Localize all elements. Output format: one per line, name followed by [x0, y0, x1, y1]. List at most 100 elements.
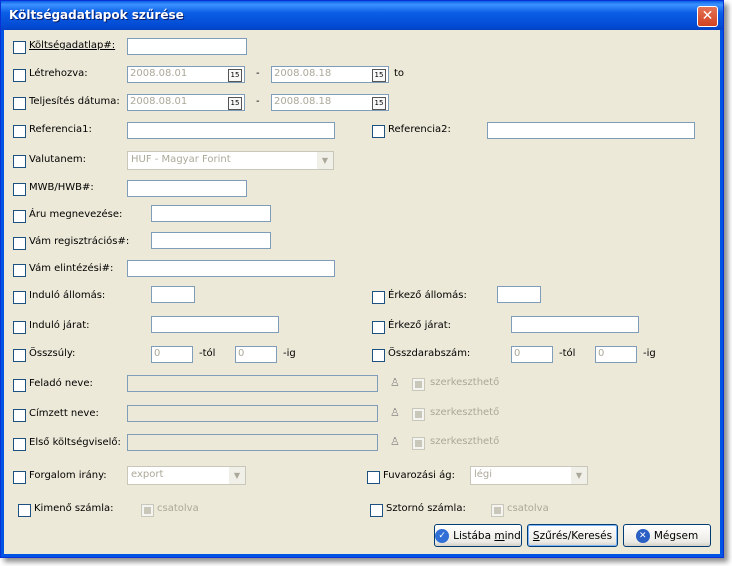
vam-reg-input[interactable]: [151, 232, 271, 249]
kimeno-attached-checkbox[interactable]: [141, 504, 154, 517]
letrehozva-dash: -: [256, 68, 260, 79]
indulo-jarat-label: Induló járat:: [29, 320, 90, 331]
erkezo-jarat-checkbox[interactable]: [372, 321, 385, 334]
aru-input[interactable]: [151, 205, 271, 222]
indulo-jarat-input[interactable]: [151, 316, 279, 333]
vam-elint-checkbox[interactable]: [13, 264, 26, 277]
sztorno-checkbox[interactable]: [370, 504, 383, 517]
referencia1-input[interactable]: [127, 122, 335, 139]
referencia1-checkbox[interactable]: [13, 125, 26, 138]
koltsegadatlap-checkbox[interactable]: [13, 41, 26, 54]
chevron-down-icon[interactable]: ▼: [571, 467, 587, 484]
sztorno-attached-label: csatolva: [507, 503, 549, 514]
person-icon[interactable]: ♙: [390, 406, 400, 420]
vam-reg-checkbox[interactable]: [13, 237, 26, 250]
elso-koltseg-checkbox[interactable]: [13, 438, 26, 451]
indulo-allomas-label: Induló állomás:: [29, 290, 106, 301]
calendar-icon[interactable]: 15: [372, 69, 386, 82]
osszdarab-to-input[interactable]: 0: [595, 346, 637, 363]
mwb-input[interactable]: [127, 180, 247, 197]
cimzett-label: Címzett neve:: [29, 408, 99, 419]
erkezo-allomas-input[interactable]: [497, 286, 541, 303]
osszdarab-from-suffix: -tól: [559, 348, 576, 359]
fuvarozasi-label: Fuvarozási ág:: [383, 470, 455, 481]
valutanem-selected-value: HUF - Magyar Forint: [131, 154, 231, 165]
referencia2-checkbox[interactable]: [372, 125, 385, 138]
letrehozva-from-value: 2008.08.01: [130, 68, 188, 79]
koltsegadatlap-input[interactable]: [127, 38, 247, 55]
filter-label-post: zűrés/Keresés: [539, 529, 613, 542]
cimzett-checkbox[interactable]: [13, 409, 26, 422]
mwb-checkbox[interactable]: [13, 183, 26, 196]
teljesites-label: Teljesítés dátuma:: [29, 96, 120, 107]
close-button[interactable]: ✕: [697, 6, 718, 27]
sztorno-attached-checkbox[interactable]: [491, 504, 504, 517]
calendar-icon[interactable]: 15: [228, 69, 242, 82]
felado-checkbox[interactable]: [13, 379, 26, 392]
forgalom-checkbox[interactable]: [13, 471, 26, 484]
window-border-bottom: [1, 554, 723, 557]
osszsuly-from-input[interactable]: 0: [151, 346, 193, 363]
forgalom-select[interactable]: export ▼: [127, 466, 246, 485]
person-icon[interactable]: ♙: [390, 376, 400, 390]
letrehozva-checkbox[interactable]: [13, 69, 26, 82]
teljesites-from-date[interactable]: 2008.08.01 15: [127, 94, 245, 111]
koltsegadatlap-label: Költségadatlap#:: [29, 40, 116, 51]
fuvarozasi-checkbox[interactable]: [367, 471, 380, 484]
aru-checkbox[interactable]: [13, 210, 26, 223]
indulo-allomas-input[interactable]: [151, 286, 195, 303]
teljesites-from-value: 2008.08.01: [130, 96, 188, 107]
osszdarab-checkbox[interactable]: [372, 349, 385, 362]
valutanem-checkbox[interactable]: [13, 155, 26, 168]
title-bar[interactable]: Költségadatlapok szűrése ✕: [1, 1, 723, 30]
indulo-allomas-checkbox[interactable]: [13, 291, 26, 304]
chevron-down-icon[interactable]: ▼: [229, 467, 245, 484]
calendar-icon[interactable]: 15: [228, 97, 242, 110]
indulo-jarat-checkbox[interactable]: [13, 321, 26, 334]
elso-koltseg-editable-checkbox[interactable]: [412, 437, 425, 450]
referencia2-input[interactable]: [487, 122, 695, 139]
osszsuly-checkbox[interactable]: [13, 349, 26, 362]
felado-input[interactable]: [127, 375, 378, 392]
chevron-down-icon[interactable]: ▼: [317, 152, 333, 169]
fuvarozasi-select[interactable]: légi ▼: [470, 466, 588, 485]
x-circle-icon: ✕: [635, 528, 650, 543]
fuvarozasi-selected-value: légi: [474, 469, 493, 480]
erkezo-allomas-checkbox[interactable]: [372, 291, 385, 304]
list-all-label-pre: Listába: [453, 529, 495, 542]
teljesites-to-date[interactable]: 2008.08.18 15: [271, 94, 389, 111]
calendar-icon[interactable]: 15: [372, 97, 386, 110]
cimzett-input[interactable]: [127, 405, 378, 422]
teljesites-to-value: 2008.08.18: [274, 96, 332, 107]
vam-elint-input[interactable]: [127, 260, 335, 277]
cancel-button[interactable]: ✕ Mégsem: [623, 524, 711, 547]
letrehozva-to-date[interactable]: 2008.08.18 15: [271, 66, 389, 83]
window-border-left: [1, 30, 4, 557]
list-all-label-accel: m: [494, 529, 505, 542]
teljesites-dash: -: [256, 96, 260, 107]
cancel-label: Mégsem: [653, 529, 699, 542]
osszdarab-from-input[interactable]: 0: [511, 346, 553, 363]
elso-koltseg-label: Első költségviselő:: [29, 437, 121, 448]
letrehozva-suffix: to: [394, 68, 405, 79]
osszsuly-to-input[interactable]: 0: [235, 346, 277, 363]
teljesites-checkbox[interactable]: [13, 97, 26, 110]
list-all-button[interactable]: ✓ Listába m ind: [434, 524, 522, 547]
forgalom-selected-value: export: [131, 469, 164, 480]
osszsuly-from-suffix: -tól: [199, 348, 216, 359]
valutanem-select[interactable]: HUF - Magyar Forint ▼: [127, 151, 334, 170]
erkezo-jarat-label: Érkező járat:: [388, 320, 451, 331]
elso-koltseg-input[interactable]: [127, 434, 378, 451]
list-all-label-post: ind: [504, 529, 521, 542]
forgalom-label: Forgalom irány:: [29, 470, 107, 481]
mwb-label: MWB/HWB#:: [29, 182, 94, 193]
person-icon[interactable]: ♙: [390, 435, 400, 449]
letrehozva-from-date[interactable]: 2008.08.01 15: [127, 66, 245, 83]
filter-label-accel: S: [532, 529, 540, 542]
erkezo-jarat-input[interactable]: [511, 316, 639, 333]
kimeno-checkbox[interactable]: [18, 504, 31, 517]
cimzett-editable-checkbox[interactable]: [412, 408, 425, 421]
felado-editable-checkbox[interactable]: [412, 378, 425, 391]
filter-search-button[interactable]: Szűrés/Keresés: [527, 524, 618, 547]
window-border-right: [720, 30, 723, 557]
